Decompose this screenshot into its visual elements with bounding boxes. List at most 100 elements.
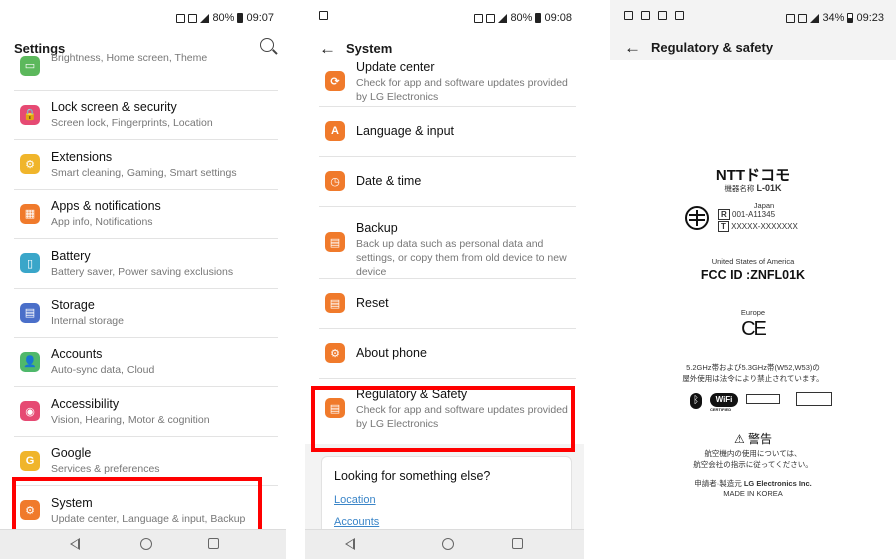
item-title: Lock screen & security [51, 100, 177, 115]
page-title: Regulatory & safety [651, 39, 774, 55]
screen2-item-update-center[interactable]: ⟳ Update center Check for app and software… [305, 56, 584, 106]
lock-screen-security-icon: 🔒 [20, 104, 40, 125]
image-icon [675, 11, 684, 20]
link-location[interactable]: Location [334, 494, 376, 506]
storage-icon: ▤ [20, 302, 40, 323]
battery-percent: 80% [510, 12, 533, 24]
highlight-system [12, 477, 262, 534]
item-subtitle: Brightness, Home screen, Theme [51, 52, 208, 64]
screen2-item-about-phone[interactable]: ⚙ About phone [305, 328, 584, 378]
wifi-note-1: 5.2GHz帯および5.3GHz帯(W52,W53)の [686, 363, 820, 372]
item-title: Accessibility [51, 396, 120, 411]
battery-icon [847, 13, 854, 23]
accounts-icon: 👤 [20, 351, 40, 372]
screen1-item-apps-notifications[interactable]: ▦ Apps & notifications App info, Notificat… [0, 189, 286, 238]
wifi-certified-label: CERTIFIED [710, 407, 732, 412]
status-bar: 80% 09:08 [305, 0, 584, 34]
update-center-icon: ⟳ [325, 71, 345, 91]
warning-triangle-icon: ⚠ [733, 432, 745, 446]
recents-nav-icon[interactable] [512, 538, 523, 549]
item-subtitle: Battery saver, Power saving exclusions [51, 265, 234, 278]
item-title: Accounts [51, 347, 103, 362]
item-text: Apps & notifications App info, Notificati… [51, 198, 280, 229]
item-title: About phone [356, 346, 427, 360]
item-text: Storage Internal storage [51, 297, 280, 328]
battery-icon [237, 13, 244, 23]
item-subtitle: Check for app and software updates provi… [356, 76, 568, 103]
made-in: MADE IN KOREA [723, 489, 783, 498]
item-title: Extensions [51, 149, 113, 164]
status-time: 09:23 [856, 12, 884, 24]
certification-logos: ᛒ WiFi CERTIFIED [690, 391, 850, 412]
item-title: Update center [356, 59, 435, 74]
battery-icon [535, 13, 542, 23]
warning-line-1: 航空機内の使用については、 [704, 449, 802, 458]
search-suggestion-card: Looking for something else? Location Acc… [321, 456, 572, 536]
regulatory-screen: 34% 09:23 ← Regulatory & safety NTTドコモ 機… [610, 0, 896, 559]
wifi-icon [641, 11, 650, 20]
google-icon: G [20, 450, 40, 471]
screen1-item-battery[interactable]: ▯ Battery Battery saver, Power saving excl… [0, 239, 286, 288]
item-text: Date & time [356, 173, 578, 189]
home-nav-icon[interactable] [442, 538, 454, 550]
screen2-item-reset[interactable]: ▤ Reset [305, 278, 584, 328]
item-title: Reset [356, 296, 389, 310]
screen2-item-backup[interactable]: ▤ Backup Back up data such as personal dat… [305, 206, 584, 278]
home-nav-icon[interactable] [140, 538, 152, 550]
link-accounts[interactable]: Accounts [334, 516, 379, 528]
signal-icon [200, 13, 210, 23]
item-subtitle: Internal storage [51, 315, 124, 327]
screen1-item-accounts[interactable]: 👤 Accounts Auto-sync data, Cloud [0, 337, 286, 386]
status-bar: 34% 09:23 [610, 0, 896, 34]
status-time: 09:08 [544, 12, 572, 24]
nav-bar [305, 529, 584, 559]
back-arrow-icon[interactable]: ← [319, 40, 336, 57]
screen1-item-display[interactable]: ▭ Brightness, Home screen, Theme [0, 41, 286, 90]
item-subtitle: Services & preferences [51, 463, 160, 476]
japan-t-code: T XXXXX-XXXXXXX [718, 221, 798, 232]
back-arrow-icon[interactable]: ← [624, 39, 641, 56]
screen1-item-storage[interactable]: ▤ Storage Internal storage [0, 288, 286, 337]
item-title: Backup [356, 220, 398, 235]
status-bar: 80% 09:07 [0, 0, 286, 34]
bluetooth-icon: ᛒ [690, 393, 702, 409]
item-text: Reset [356, 295, 578, 311]
japan-giteki-mark-icon [685, 206, 709, 230]
backup-icon: ▤ [325, 232, 345, 252]
screen2-item-language-input[interactable]: A Language & input [305, 106, 584, 156]
item-text: Backup Back up data such as personal data… [356, 220, 578, 279]
item-text: Google Services & preferences [51, 445, 280, 476]
nfc-icon [176, 13, 186, 23]
item-title: Apps & notifications [51, 199, 161, 214]
ntt-model-line: 機器名称 L-01K [724, 183, 782, 193]
item-subtitle: Auto-sync data, Cloud [51, 364, 155, 377]
accessibility-icon: ◉ [20, 401, 40, 422]
usa-label: United States of America [711, 257, 795, 266]
back-nav-icon[interactable] [345, 538, 355, 550]
screen1-item-lock-screen-security[interactable]: 🔒 Lock screen & security Screen lock, Fing… [0, 90, 286, 139]
item-text: Update center Check for app and software … [356, 59, 578, 104]
ce-mark: CE [741, 318, 767, 340]
item-subtitle: Smart cleaning, Gaming, Smart settings [51, 166, 237, 179]
screen2-item-date-time[interactable]: ◷ Date & time [305, 156, 584, 206]
status-time: 09:07 [246, 12, 274, 24]
about-phone-icon: ⚙ [325, 343, 345, 363]
back-nav-icon[interactable] [70, 538, 80, 550]
japan-r-code: R 001-A11345 [718, 209, 775, 220]
item-subtitle: Screen lock, Fingerprints, Location [51, 117, 213, 130]
highlight-regulatory [311, 386, 575, 452]
nfc-icon [474, 13, 484, 23]
ntt-brand: NTTドコモ [715, 167, 791, 184]
japan-label: Japan [753, 201, 775, 210]
item-text: Accounts Auto-sync data, Cloud [51, 346, 280, 377]
signal-icon [498, 13, 508, 23]
item-text: Lock screen & security Screen lock, Finge… [51, 99, 280, 130]
item-title: Storage [51, 298, 95, 312]
screen1-item-extensions[interactable]: ⚙ Extensions Smart cleaning, Gaming, Smart… [0, 140, 286, 189]
signal-icon [810, 13, 820, 23]
recents-nav-icon[interactable] [208, 538, 219, 549]
screen1-item-accessibility[interactable]: ◉ Accessibility Vision, Hearing, Motor & c… [0, 387, 286, 436]
maker-line: 申請者·製造元 LG Electronics Inc. [694, 479, 812, 488]
item-subtitle: App info, Notifications [51, 216, 153, 229]
search-card-heading: Looking for something else? [334, 469, 491, 483]
